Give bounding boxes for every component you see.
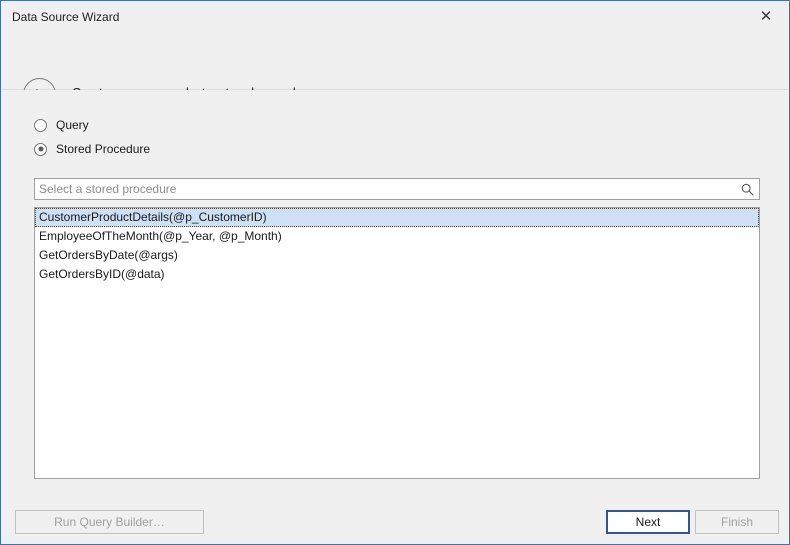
magnifier-glyph	[741, 183, 754, 196]
search-input[interactable]	[39, 179, 734, 199]
data-source-wizard-window: Data Source Wizard ✕ Create a query or s…	[0, 0, 790, 545]
stored-procedure-search-box[interactable]	[34, 178, 760, 200]
window-title: Data Source Wizard	[12, 10, 120, 24]
finish-button[interactable]: Finish	[695, 510, 779, 534]
list-item[interactable]: EmployeeOfTheMonth(@p_Year, @p_Month)	[35, 227, 759, 246]
wizard-footer: Run Query Builder… Next Finish	[2, 500, 789, 544]
list-item[interactable]: CustomerProductDetails(@p_CustomerID)	[35, 208, 759, 227]
close-button[interactable]: ✕	[743, 1, 789, 31]
close-icon: ✕	[759, 6, 773, 25]
run-query-builder-button[interactable]: Run Query Builder…	[15, 510, 204, 534]
radio-option-stored-procedure[interactable]: Stored Procedure	[34, 142, 150, 156]
list-item[interactable]: GetOrdersByID(@data)	[35, 265, 759, 284]
title-bar: Data Source Wizard ✕	[1, 1, 789, 33]
wizard-header: Create a query or select a stored proced…	[2, 33, 789, 111]
radio-query-label: Query	[56, 118, 89, 132]
wizard-content: Query Stored Procedure CustomerProductDe…	[2, 90, 789, 500]
stored-procedure-list[interactable]: CustomerProductDetails(@p_CustomerID) Em…	[34, 207, 760, 479]
radio-option-query[interactable]: Query	[34, 118, 89, 132]
search-icon[interactable]	[739, 181, 755, 197]
radio-stored-procedure-label: Stored Procedure	[56, 142, 151, 156]
radio-query-icon	[34, 118, 47, 132]
radio-stored-procedure-icon	[34, 142, 47, 156]
next-button[interactable]: Next	[606, 510, 690, 534]
list-item[interactable]: GetOrdersByDate(@args)	[35, 246, 759, 265]
